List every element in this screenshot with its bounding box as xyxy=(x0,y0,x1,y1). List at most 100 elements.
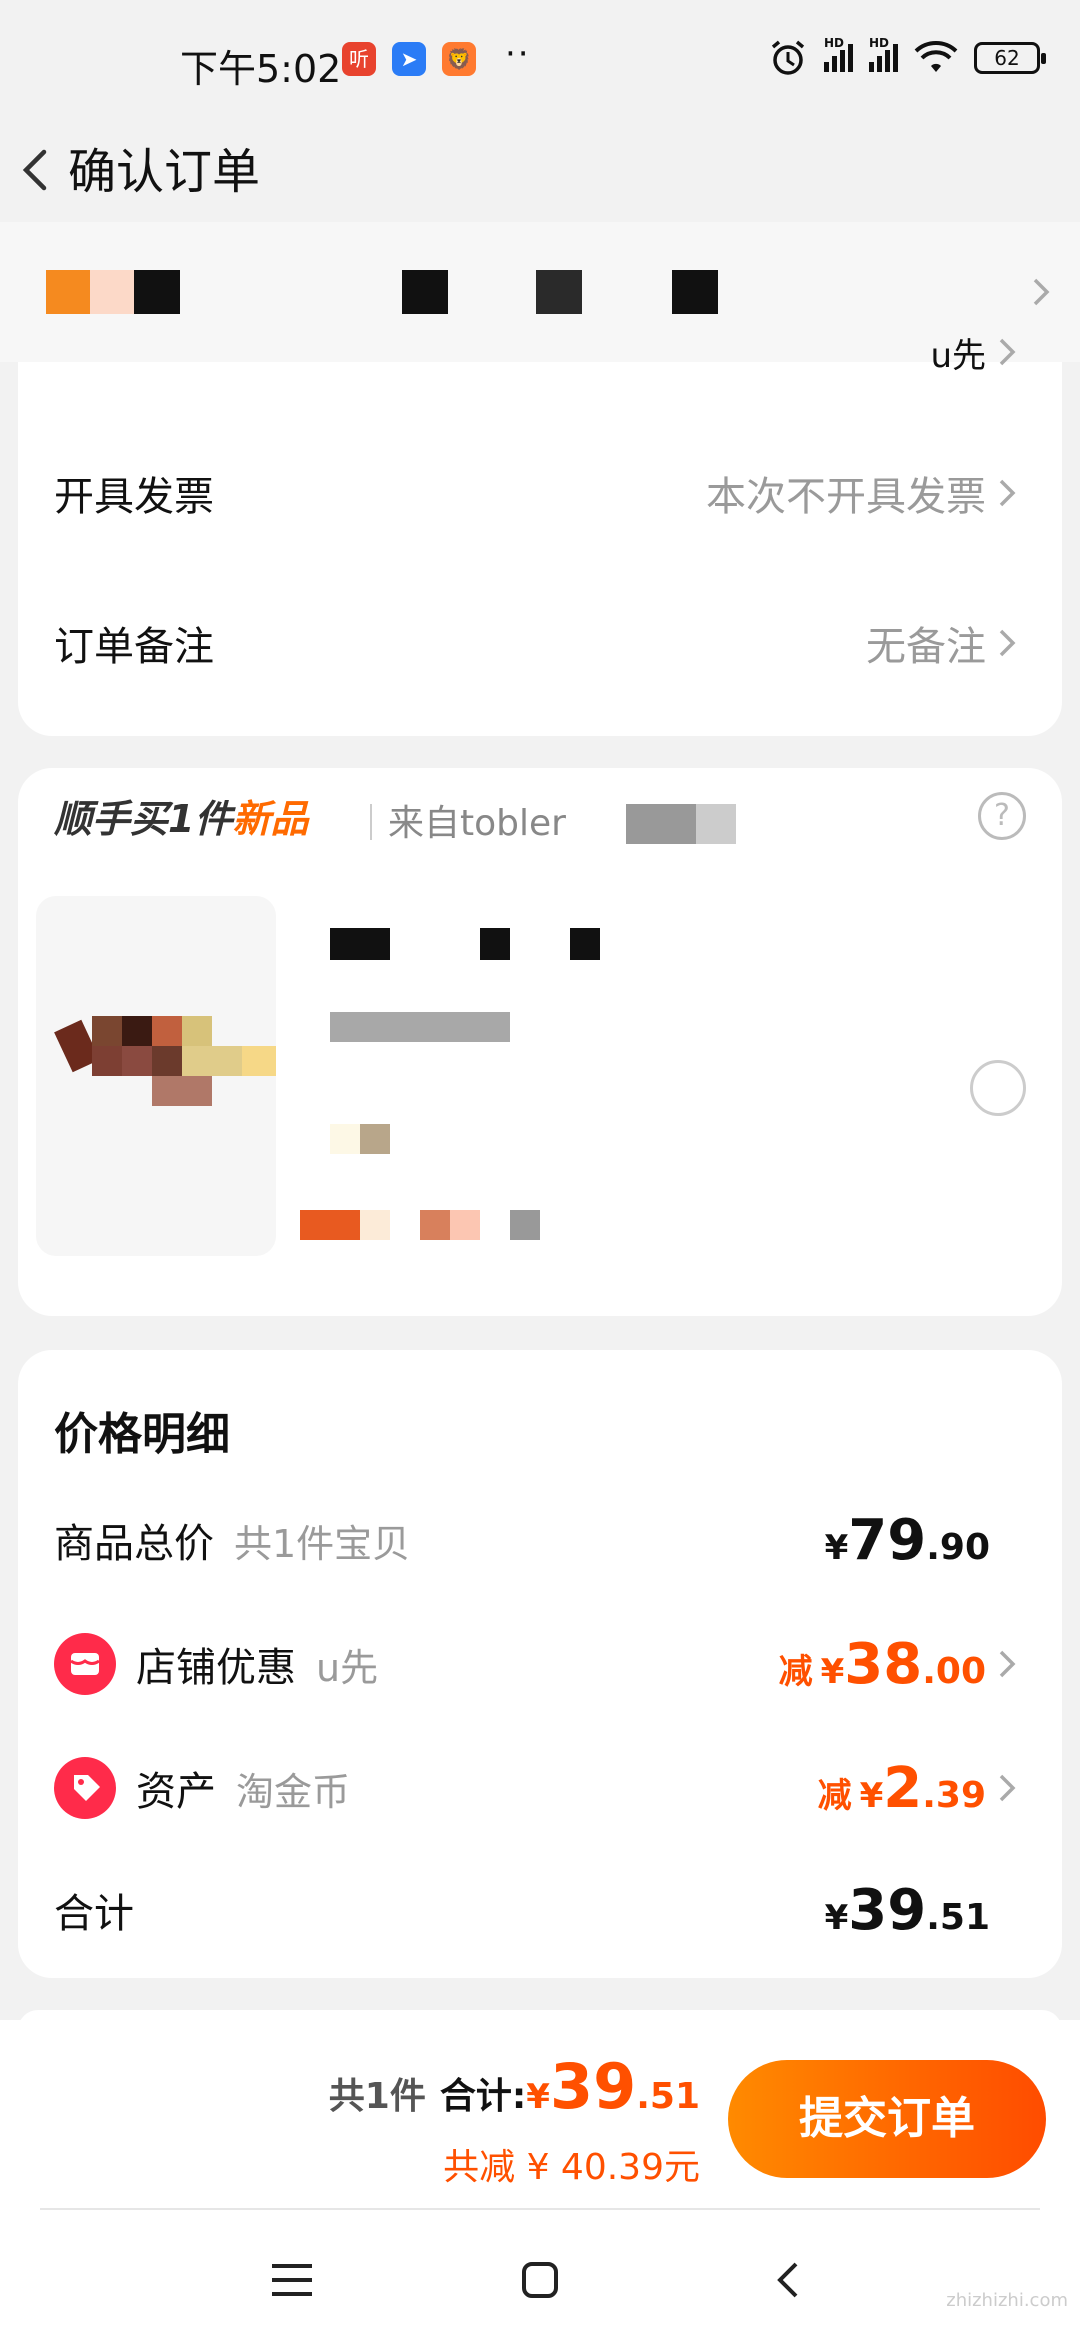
product-pixel xyxy=(152,1046,182,1076)
product-pixel xyxy=(152,1016,182,1046)
asset-amount: 减 ¥2.39 xyxy=(818,1756,986,1821)
yen-symbol: ¥ xyxy=(824,1897,849,1938)
help-button[interactable]: ? xyxy=(978,792,1026,840)
product-price-redacted xyxy=(360,1210,390,1240)
goods-total-amount: ¥79.90 xyxy=(825,1508,990,1573)
goods-total-count: 共1件宝贝 xyxy=(234,1521,411,1566)
amount-decimal: .00 xyxy=(922,1650,986,1692)
total-amount: ¥39.51 xyxy=(825,1878,990,1943)
divider xyxy=(370,804,372,840)
amount-decimal: .39 xyxy=(922,1774,986,1816)
product-pixel xyxy=(152,1076,212,1106)
product-spec-redacted xyxy=(330,1012,510,1042)
page-title: 确认订单 xyxy=(68,144,261,200)
back-arrow-icon xyxy=(22,149,47,191)
back-button[interactable] xyxy=(8,130,68,210)
home-icon[interactable] xyxy=(510,2250,570,2310)
shop-discount-row[interactable]: 店铺优惠 u先 减 ¥38.00 xyxy=(54,1624,1026,1704)
add-toggle[interactable] xyxy=(970,1060,1026,1116)
product-pixel xyxy=(182,1016,212,1046)
chevron-right-icon xyxy=(999,479,1016,507)
recommend-title: 顺手买1件新品 xyxy=(54,788,308,843)
price-detail-card: 价格明细 商品总价 共1件宝贝 ¥79.90 店铺优惠 u先 减 ¥38.00 资… xyxy=(18,1350,1062,1978)
address-redacted xyxy=(46,270,90,314)
chevron-right-icon xyxy=(999,629,1016,657)
invoice-value: 本次不开具发票 xyxy=(706,474,986,520)
back-nav-icon[interactable] xyxy=(760,2250,820,2310)
total-row: 合计 ¥39.51 xyxy=(54,1870,1026,1950)
sum-label: 合计: xyxy=(439,2076,527,2117)
asset-sub: 淘金币 xyxy=(236,1769,351,1814)
total-label: 合计 xyxy=(54,1891,134,1937)
shop-name-partial: u先 xyxy=(930,335,986,376)
product-pixel xyxy=(122,1016,152,1046)
status-bar: 下午5:02 听 ➤ 🦁 ·· HD HD 62 xyxy=(0,0,1080,120)
sum-decimal: .51 xyxy=(636,2076,700,2117)
product-price-redacted xyxy=(510,1210,540,1240)
system-indicators: HD HD 62 xyxy=(768,36,1046,78)
page-header: 确认订单 xyxy=(0,120,1080,220)
chevron-right-icon xyxy=(999,338,1016,366)
product-price-redacted xyxy=(420,1210,450,1240)
product-title-redacted xyxy=(480,928,510,960)
lion-icon: 🦁 xyxy=(442,42,476,76)
remark-value: 无备注 xyxy=(866,624,986,670)
product-pixel xyxy=(92,1016,122,1046)
product-title-redacted xyxy=(570,928,600,960)
product-price-redacted xyxy=(300,1210,360,1240)
product-pixel xyxy=(122,1046,152,1076)
amount-integer: 2 xyxy=(883,1755,923,1821)
shop-row-partial[interactable]: u先 xyxy=(54,332,1026,376)
amount-decimal: .90 xyxy=(926,1526,990,1568)
yen-symbol: ¥ xyxy=(824,1527,849,1568)
submit-order-button[interactable]: 提交订单 xyxy=(728,2060,1046,2178)
menu-icon[interactable] xyxy=(262,2250,322,2310)
product-pixel xyxy=(92,1046,122,1076)
feishu-icon: ➤ xyxy=(392,42,426,76)
ting-icon: 听 xyxy=(342,42,376,76)
recommend-redacted xyxy=(626,804,696,844)
invoice-label: 开具发票 xyxy=(54,474,214,520)
product-tag-redacted xyxy=(330,1124,360,1154)
item-count: 共1件 xyxy=(328,2076,426,2117)
amount-integer: 39 xyxy=(848,1877,927,1943)
alarm-icon xyxy=(771,40,805,75)
shop-discount-sub: u先 xyxy=(316,1645,379,1690)
goods-total-row: 商品总价 共1件宝贝 ¥79.90 xyxy=(54,1500,1026,1580)
watermark: zhizhizhi.com xyxy=(946,2290,1068,2311)
address-redacted xyxy=(402,270,448,314)
shop-discount-label: 店铺优惠 xyxy=(136,1645,296,1691)
product-price-redacted xyxy=(450,1210,480,1240)
wifi-icon xyxy=(914,41,958,72)
product-image[interactable] xyxy=(36,896,276,1256)
shop-discount-amount: 减 ¥38.00 xyxy=(779,1632,986,1697)
address-redacted xyxy=(672,270,718,314)
more-notifications-icon: ·· xyxy=(505,34,531,74)
amount-integer: 38 xyxy=(844,1631,923,1697)
invoice-row[interactable]: 开具发票 本次不开具发票 xyxy=(54,448,1026,538)
price-detail-title: 价格明细 xyxy=(54,1409,230,1460)
asset-row[interactable]: 资产 淘金币 减 ¥2.39 xyxy=(54,1748,1026,1828)
remark-label: 订单备注 xyxy=(54,624,214,670)
recommend-card: 顺手买1件新品 来自tobler ? xyxy=(18,768,1062,1316)
minus-label: 减 xyxy=(817,1775,852,1816)
yen-symbol: ¥ xyxy=(526,2077,550,2117)
yen-symbol: ¥ xyxy=(820,1651,845,1692)
amount-integer: 79 xyxy=(848,1507,927,1573)
signal-2-icon: HD xyxy=(869,36,898,72)
product-pixel xyxy=(242,1046,276,1076)
chevron-right-icon xyxy=(999,1774,1016,1802)
tag-icon xyxy=(54,1757,116,1819)
recommend-title-new: 新品 xyxy=(232,797,309,841)
yen-symbol: ¥ xyxy=(859,1775,884,1816)
product-pixel xyxy=(182,1046,242,1076)
total-saved: 共减 ¥ 40.39元 xyxy=(443,2147,700,2188)
order-options-card: u先 开具发票 本次不开具发票 订单备注 无备注 xyxy=(18,336,1062,736)
chevron-right-icon xyxy=(999,1650,1016,1678)
chevron-right-icon xyxy=(1033,278,1050,306)
asset-label: 资产 xyxy=(136,1769,216,1815)
remark-row[interactable]: 订单备注 无备注 xyxy=(54,598,1026,688)
shop-icon xyxy=(54,1633,116,1695)
amount-decimal: .51 xyxy=(926,1896,990,1938)
address-redacted xyxy=(536,270,582,314)
